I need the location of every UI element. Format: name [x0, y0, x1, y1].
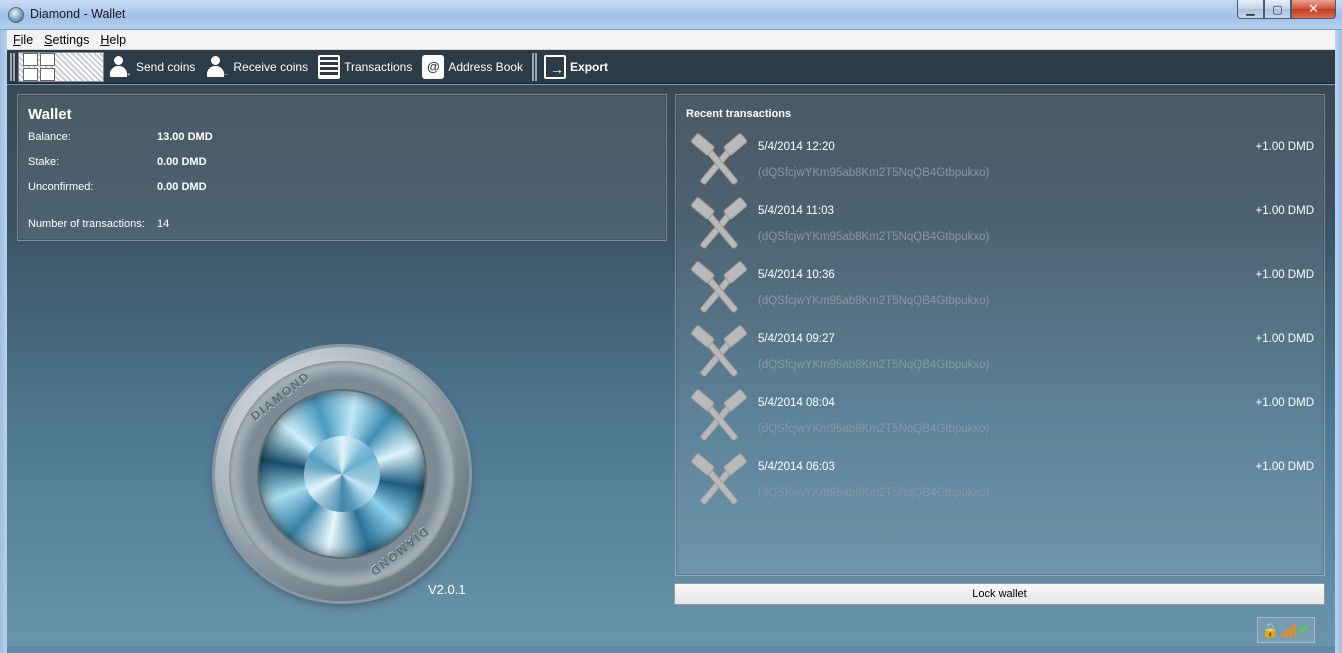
transaction-address: (dQSfcjwYKm95ab8Km2T5NqQB4Gtbpukxo)	[758, 231, 990, 243]
toolbar: → Send coins ← Receive coins Transaction…	[7, 50, 1335, 84]
recent-transactions-panel: Recent transactions 5/4/2014 12:20 +1.00 …	[675, 94, 1325, 576]
address-book-button[interactable]: @ Address Book	[418, 52, 529, 82]
lock-icon[interactable]: 🔒	[1262, 622, 1279, 639]
receive-coins-icon: ←	[205, 55, 229, 79]
transaction-date: 5/4/2014 12:20	[758, 141, 835, 153]
transaction-address: (dQSfcjwYKm95ab8Km2T5NqQB4Gtbpukxo)	[758, 359, 990, 371]
transaction-date: 5/4/2014 10:36	[758, 269, 835, 281]
transaction-row[interactable]: 5/4/2014 09:27 +1.00 DMD (dQSfcjwYKm95ab8K…	[676, 323, 1324, 387]
transaction-address: (dQSfcjwYKm95ab8Km2T5NqQB4Gtbpukxo)	[758, 423, 990, 435]
diamond-gem	[259, 391, 425, 557]
transaction-date: 5/4/2014 08:04	[758, 397, 835, 409]
menu-file[interactable]: File	[13, 33, 33, 47]
transaction-date: 5/4/2014 06:03	[758, 461, 835, 473]
send-coins-icon: →	[108, 55, 132, 79]
sync-check-icon[interactable]: ✔	[1297, 620, 1310, 640]
wallet-title: Wallet	[28, 106, 72, 123]
transactions-button[interactable]: Transactions	[314, 52, 418, 82]
window-controls: ▁ ▢ ✕	[1237, 0, 1336, 19]
maximize-button[interactable]: ▢	[1264, 0, 1291, 19]
status-icons: 🔒 ✔	[1257, 617, 1315, 643]
transaction-amount: +1.00 DMD	[1255, 333, 1314, 345]
address-book-icon: @	[422, 54, 445, 79]
transaction-row[interactable]: 5/4/2014 08:04 +1.00 DMD (dQSfcjwYKm95ab8K…	[676, 387, 1324, 451]
receive-coins-button[interactable]: ← Receive coins	[201, 52, 314, 82]
transaction-address: (dQSfcjwYKm95ab8Km2T5NqQB4Gtbpukxo)	[758, 167, 990, 179]
transaction-address: (dQSfcjwYKm95ab8Km2T5NqQB4Gtbpukxo)	[758, 295, 990, 307]
mining-hammers-icon	[690, 197, 748, 255]
export-button[interactable]: → Export	[540, 52, 614, 82]
export-icon: →	[544, 54, 567, 79]
unconfirmed-label: Unconfirmed:	[28, 181, 94, 193]
transaction-amount: +1.00 DMD	[1255, 461, 1314, 473]
transaction-address: (dQSfcjwYKm95ab8Km2T5NqQB4Gtbpukxo)	[758, 487, 990, 499]
wallet-panel: Wallet Balance: 13.00 DMD Stake: 0.00 DM…	[17, 94, 667, 241]
transaction-amount: +1.00 DMD	[1255, 141, 1314, 153]
recent-transactions-title: Recent transactions	[686, 108, 792, 120]
close-button[interactable]: ✕	[1291, 0, 1336, 19]
mining-hammers-icon	[690, 133, 748, 191]
transaction-date: 5/4/2014 09:27	[758, 333, 835, 345]
num-transactions-value: 14	[157, 218, 170, 230]
window-frame-left	[0, 30, 7, 653]
menu-bar: File Settings Help	[7, 30, 1335, 50]
connection-bars-icon[interactable]	[1280, 623, 1296, 637]
transactions-list-icon	[318, 54, 341, 79]
num-transactions-label: Number of transactions:	[28, 218, 145, 230]
toolbar-grip-2[interactable]	[532, 52, 538, 81]
transaction-amount: +1.00 DMD	[1255, 205, 1314, 217]
diamond-coin-logo: DIAMOND DIAMOND	[215, 347, 469, 601]
version-label: V2.0.1	[428, 582, 466, 597]
minimize-button[interactable]: ▁	[1237, 0, 1264, 19]
toolbar-grip[interactable]	[10, 52, 15, 81]
main-area: Wallet Balance: 13.00 DMD Stake: 0.00 DM…	[7, 85, 1335, 646]
stake-value: 0.00 DMD	[157, 156, 207, 168]
balance-value: 13.00 DMD	[157, 131, 213, 143]
mining-hammers-icon	[690, 325, 748, 383]
lock-wallet-button[interactable]: Lock wallet	[674, 583, 1325, 605]
transaction-row[interactable]: 5/4/2014 12:20 +1.00 DMD (dQSfcjwYKm95ab8K…	[676, 131, 1324, 195]
transaction-date: 5/4/2014 11:03	[758, 205, 834, 217]
status-bar	[7, 646, 1335, 653]
transaction-amount: +1.00 DMD	[1255, 269, 1314, 281]
transaction-row[interactable]: 5/4/2014 06:03 +1.00 DMD (dQSfcjwYKm95ab8K…	[676, 451, 1324, 515]
transaction-row[interactable]: 5/4/2014 11:03 +1.00 DMD (dQSfcjwYKm95ab8K…	[676, 195, 1324, 259]
transaction-amount: +1.00 DMD	[1255, 397, 1314, 409]
diamond-app-icon	[8, 7, 24, 23]
title-bar: Diamond - Wallet ▁ ▢ ✕	[0, 0, 1342, 30]
mining-hammers-icon	[690, 453, 748, 511]
window-frame-right	[1335, 30, 1342, 653]
overview-button[interactable]	[18, 51, 104, 82]
transaction-row[interactable]: 5/4/2014 10:36 +1.00 DMD (dQSfcjwYKm95ab8K…	[676, 259, 1324, 323]
stake-label: Stake:	[28, 156, 60, 168]
window-title: Diamond - Wallet	[30, 7, 126, 21]
send-coins-button[interactable]: → Send coins	[104, 52, 201, 82]
overview-icon	[23, 52, 55, 81]
balance-label: Balance:	[28, 131, 71, 143]
menu-settings[interactable]: Settings	[44, 33, 89, 47]
mining-hammers-icon	[690, 389, 748, 447]
mining-hammers-icon	[690, 261, 748, 319]
unconfirmed-value: 0.00 DMD	[157, 181, 207, 193]
menu-help[interactable]: Help	[100, 33, 126, 47]
